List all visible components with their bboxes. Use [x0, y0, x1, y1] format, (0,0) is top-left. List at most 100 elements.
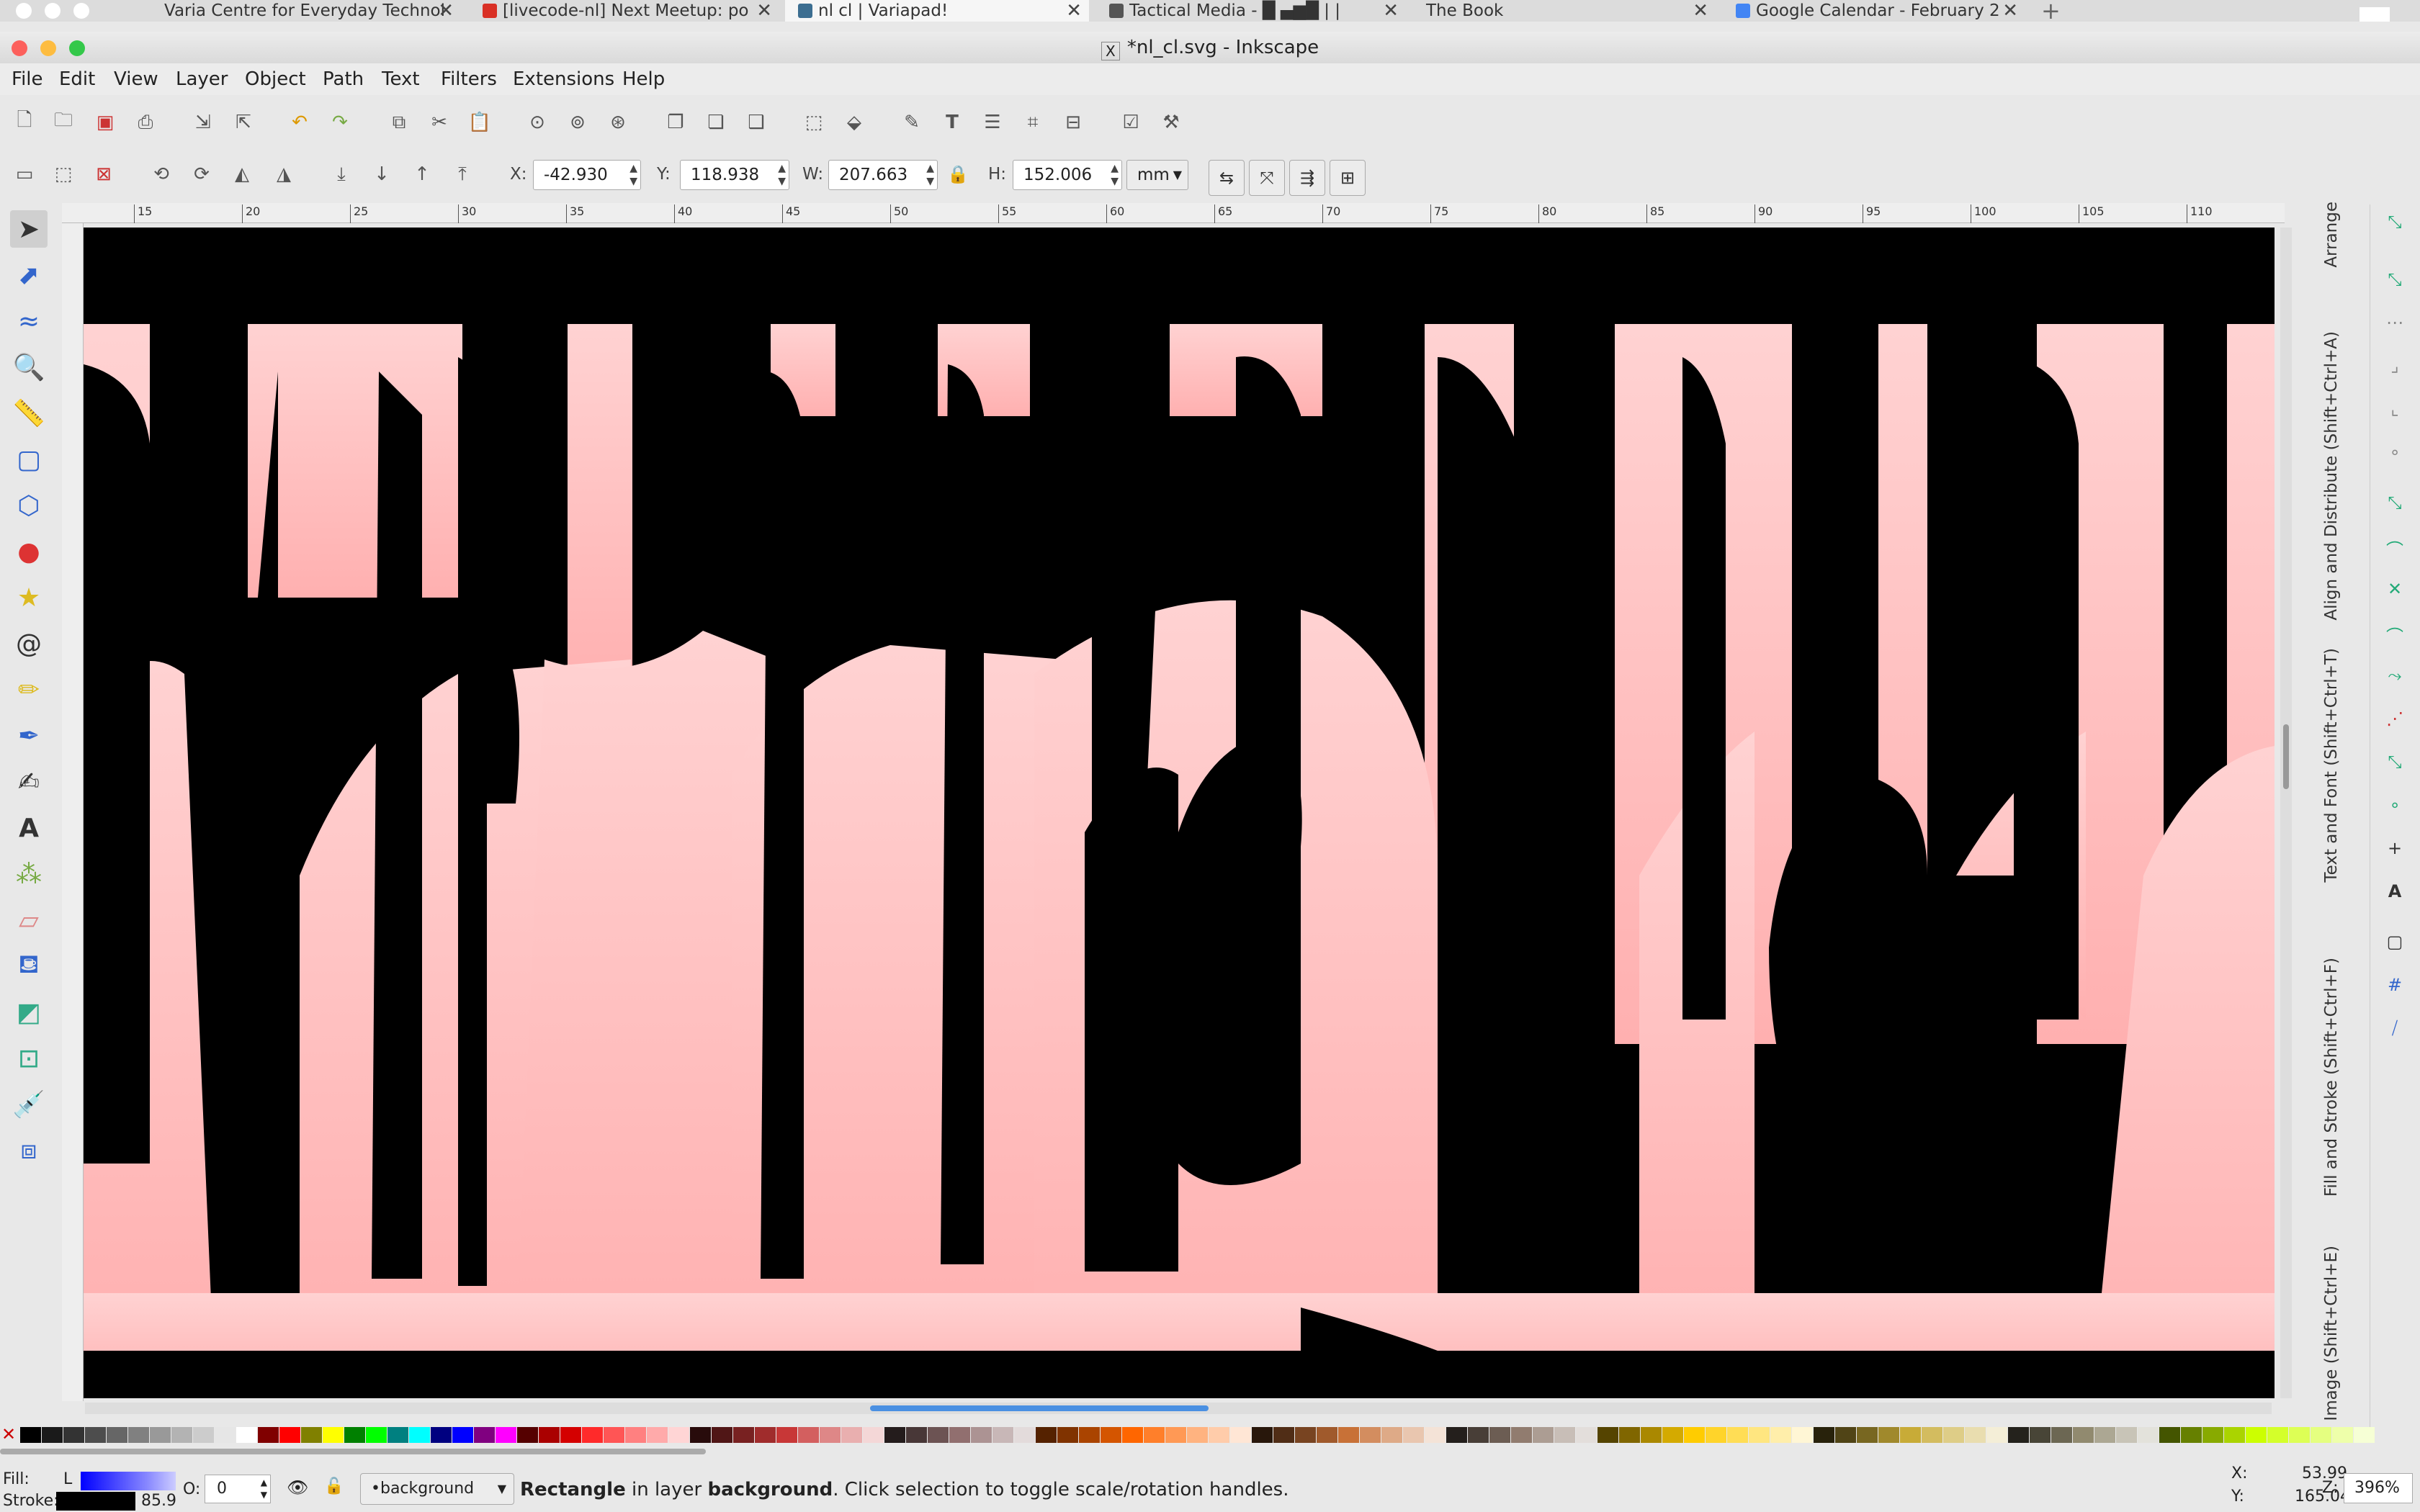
browser-tab[interactable]: Tactical Media - █ ▄▆█ | | ✕ [1096, 0, 1406, 22]
save-icon[interactable]: ▣ [94, 111, 117, 134]
minimize-button[interactable] [40, 40, 56, 56]
select-all-icon[interactable]: ▭ [13, 163, 36, 186]
snap-guide-icon[interactable]: ⧸ [2380, 1018, 2409, 1047]
rotate-cw-icon[interactable]: ⟳ [190, 163, 213, 186]
toggle-visibility-icon[interactable]: 👁 [287, 1477, 308, 1498]
palette-swatch[interactable] [668, 1427, 689, 1443]
new-document-icon[interactable]: 🗋 [13, 109, 36, 134]
new-tab-icon[interactable]: + [2041, 0, 2061, 22]
palette-swatch[interactable] [712, 1427, 732, 1443]
pencil-tool-icon[interactable]: ✏ [10, 671, 48, 708]
height-field[interactable]: 152.006 ▲ ▼ [1013, 160, 1122, 190]
lock-ratio-icon[interactable]: 🔒 [946, 163, 969, 186]
palette-swatch[interactable] [841, 1427, 862, 1443]
palette-swatch[interactable] [733, 1427, 754, 1443]
snap-center-icon[interactable]: ⋰ [2380, 708, 2409, 737]
selector-tool-icon[interactable]: ➤ [10, 210, 48, 248]
menu-file[interactable]: File [12, 63, 43, 95]
dock-tab-text-font[interactable]: Text and Font (Shift+Ctrl+T) [2322, 648, 2341, 883]
spin-arrows-icon[interactable]: ▲ ▼ [778, 162, 786, 188]
ellipse-tool-icon[interactable]: ● [10, 533, 48, 570]
palette-swatch[interactable] [2008, 1427, 2029, 1443]
palette-swatch[interactable] [992, 1427, 1013, 1443]
palette-swatch[interactable] [1252, 1427, 1273, 1443]
palette-scrollbar[interactable] [0, 1449, 706, 1454]
snap-grid-icon[interactable]: # [2380, 975, 2409, 1004]
close-tab-icon[interactable]: ✕ [1383, 0, 1399, 22]
eraser-tool-icon[interactable]: ▱ [10, 901, 48, 939]
palette-swatch[interactable] [2289, 1427, 2310, 1443]
transform-gradients-button[interactable]: ⇶ [1289, 160, 1325, 196]
mesh-tool-icon[interactable]: ⊡ [10, 1040, 48, 1077]
palette-swatch[interactable] [279, 1427, 300, 1443]
palette-swatch[interactable] [1057, 1427, 1078, 1443]
palette-swatch[interactable] [2354, 1427, 2375, 1443]
y-field[interactable]: 118.938 ▲ ▼ [680, 160, 789, 190]
palette-swatch[interactable] [1533, 1427, 1554, 1443]
palette-swatch[interactable] [42, 1427, 63, 1443]
menu-edit[interactable]: Edit [59, 63, 95, 95]
palette-swatch[interactable] [1468, 1427, 1489, 1443]
palette-swatch[interactable] [2116, 1427, 2137, 1443]
palette-swatch[interactable] [798, 1427, 819, 1443]
spin-arrows-icon[interactable]: ▲ ▼ [926, 162, 934, 188]
scale-corners-button[interactable]: ⤧ [1249, 160, 1285, 196]
browser-tab[interactable]: [livecode-nl] Next Meetup: po ✕ [470, 0, 779, 22]
snap-bbox-icon[interactable]: ⤡ [2380, 269, 2409, 298]
browser-tab-active[interactable]: nl cl | Variapad! ✕ [785, 0, 1089, 22]
gradient-tool-icon[interactable]: ◩ [10, 994, 48, 1031]
palette-swatch[interactable] [1965, 1427, 1986, 1443]
menu-view[interactable]: View [114, 63, 158, 95]
palette-swatch[interactable] [1641, 1427, 1662, 1443]
width-field[interactable]: 207.663 ▲ ▼ [828, 160, 938, 190]
palette-swatch[interactable] [1101, 1427, 1121, 1443]
browser-tab[interactable]: The Book ✕ [1413, 0, 1716, 22]
palette-swatch[interactable] [1036, 1427, 1057, 1443]
palette-swatch[interactable] [1662, 1427, 1683, 1443]
palette-swatch[interactable] [2246, 1427, 2267, 1443]
palette-swatch[interactable] [2202, 1427, 2223, 1443]
palette-swatch[interactable] [258, 1427, 279, 1443]
menu-filters[interactable]: Filters [441, 63, 497, 95]
snap-rotation-center-icon[interactable]: + [2380, 838, 2409, 867]
select-all-layers-icon[interactable]: ⬚ [52, 163, 75, 186]
zoom-button[interactable] [69, 40, 85, 56]
palette-swatch[interactable] [1187, 1427, 1208, 1443]
palette-swatch[interactable] [1554, 1427, 1575, 1443]
palette-swatch[interactable] [85, 1427, 106, 1443]
palette-swatch[interactable] [755, 1427, 776, 1443]
stroke-swatch[interactable] [56, 1492, 135, 1511]
palette-swatch[interactable] [2138, 1427, 2159, 1443]
palette-swatch[interactable] [1446, 1427, 1467, 1443]
browser-tab[interactable]: Varia Centre for Everyday Technol ✕ [151, 0, 461, 22]
dock-tab-image[interactable]: Image (Shift+Ctrl+E) [2322, 1246, 2341, 1421]
deselect-icon[interactable]: ⊠ [92, 163, 115, 186]
bucket-tool-icon[interactable]: ⛾ [10, 948, 48, 985]
palette-swatch[interactable] [1986, 1427, 2007, 1443]
palette-swatch[interactable] [1770, 1427, 1791, 1443]
menu-object[interactable]: Object [245, 63, 306, 95]
clone-icon[interactable]: ❏ [704, 111, 727, 134]
align-icon[interactable]: ⊟ [1062, 111, 1085, 134]
palette-swatch[interactable] [236, 1427, 257, 1443]
import-icon[interactable]: ⇲ [192, 111, 215, 134]
palette-swatch[interactable] [863, 1427, 884, 1443]
pen-tool-icon[interactable]: ✒ [10, 717, 48, 755]
fill-stroke-icon[interactable]: ✎ [900, 111, 923, 134]
palette-swatch[interactable] [820, 1427, 841, 1443]
snap-object-center-icon[interactable]: ∘ [2380, 795, 2409, 824]
close-tab-icon[interactable]: ✕ [438, 0, 454, 22]
layer-select[interactable]: •background ▼ [360, 1473, 514, 1505]
snap-intersection-icon[interactable]: ✕ [2380, 579, 2409, 608]
horizontal-scroll-thumb[interactable] [870, 1405, 1209, 1411]
spiral-tool-icon[interactable]: @ [10, 625, 48, 662]
palette-swatch[interactable] [1144, 1427, 1165, 1443]
node-tool-icon[interactable]: ⬈ [10, 256, 48, 294]
open-icon[interactable]: 🗀 [52, 109, 75, 134]
layers-icon[interactable]: ☰ [981, 111, 1004, 134]
palette-swatch[interactable] [2332, 1427, 2353, 1443]
close-tab-icon[interactable]: ✕ [1693, 0, 1708, 22]
palette-swatch[interactable] [604, 1427, 624, 1443]
palette-swatch[interactable] [1706, 1427, 1726, 1443]
measure-tool-icon[interactable]: 📏 [10, 395, 48, 432]
